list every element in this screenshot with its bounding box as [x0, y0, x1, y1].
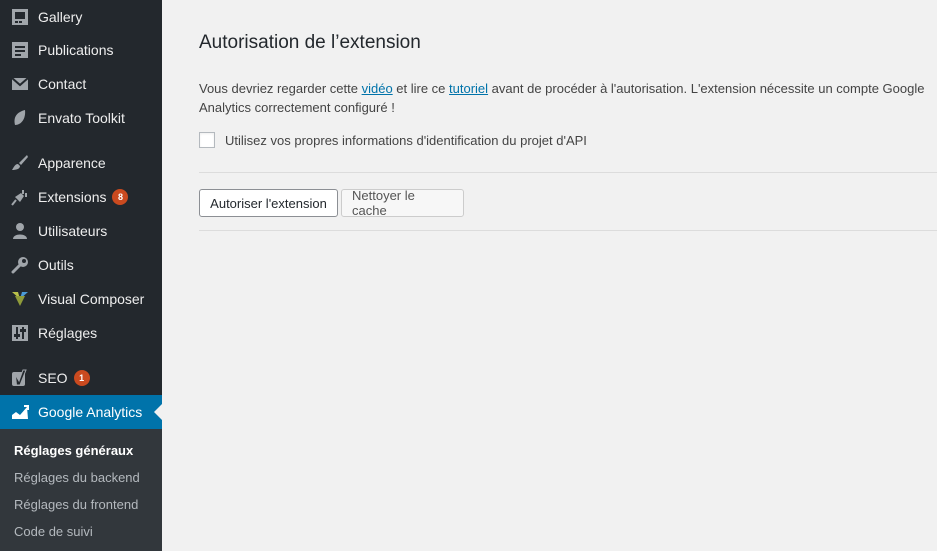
yoast-icon	[10, 368, 30, 388]
sidebar-item-label: Utilisateurs	[38, 223, 108, 239]
sidebar-item-apparence[interactable]: Apparence	[0, 146, 162, 180]
own-api-credentials-option: Utilisez vos propres informations d'iden…	[199, 132, 587, 148]
wrench-icon	[10, 255, 30, 275]
sidebar-item-label: Outils	[38, 257, 74, 273]
sidebar-item-google-analytics[interactable]: Google Analytics	[0, 395, 162, 429]
submenu-item-reglages-frontend[interactable]: Réglages du frontend	[14, 497, 138, 512]
sidebar-item-label: Publications	[38, 42, 114, 58]
sidebar-item-utilisateurs[interactable]: Utilisateurs	[0, 214, 162, 248]
submenu-item-reglages-generaux[interactable]: Réglages généraux	[14, 443, 133, 458]
authorize-extension-button[interactable]: Autoriser l'extension	[199, 189, 338, 217]
clear-cache-button[interactable]: Nettoyer le cache	[341, 188, 464, 218]
sidebar-item-label: Visual Composer	[38, 291, 145, 307]
paintbrush-icon	[10, 153, 30, 173]
divider-bottom	[199, 230, 937, 231]
seo-notification-badge: 1	[73, 370, 90, 386]
sidebar-item-reglages[interactable]: Réglages	[0, 316, 162, 350]
desc-text-1: Vous devriez regarder cette	[199, 81, 362, 96]
visual-composer-icon	[10, 289, 30, 309]
gallery-icon	[10, 7, 30, 27]
sidebar-item-envato-toolkit[interactable]: Envato Toolkit	[0, 101, 162, 135]
video-link[interactable]: vidéo	[362, 81, 393, 96]
sidebar-item-extensions[interactable]: Extensions 8	[0, 180, 162, 214]
sidebar-item-contact[interactable]: Contact	[0, 67, 162, 101]
tutorial-link[interactable]: tutoriel	[449, 81, 488, 96]
plugin-icon	[10, 187, 30, 207]
main-content: Autorisation de l’extension Vous devriez…	[162, 0, 937, 551]
sidebar-item-label: Contact	[38, 76, 87, 92]
sidebar-item-label: Envato Toolkit	[38, 110, 125, 126]
mail-icon	[10, 74, 30, 94]
sidebar-item-publications[interactable]: Publications	[0, 33, 162, 67]
sidebar-item-label: SEO	[38, 370, 68, 386]
sidebar-item-label: Extensions	[38, 189, 107, 205]
own-api-credentials-checkbox[interactable]	[199, 132, 215, 148]
submenu-item-code-de-suivi[interactable]: Code de suivi	[14, 524, 93, 539]
divider-top	[199, 172, 937, 173]
google-analytics-submenu: Réglages généraux Réglages du backend Ré…	[0, 429, 162, 551]
analytics-icon	[10, 402, 30, 422]
page-title: Autorisation de l’extension	[199, 32, 421, 53]
sidebar-item-seo[interactable]: SEO 1	[0, 361, 162, 395]
sidebar-item-outils[interactable]: Outils	[0, 248, 162, 282]
desc-text-2: et lire ce	[392, 81, 450, 96]
publications-icon	[10, 40, 30, 60]
settings-icon	[10, 323, 30, 343]
sidebar-item-label: Google Analytics	[38, 404, 143, 420]
own-api-credentials-label[interactable]: Utilisez vos propres informations d'iden…	[225, 133, 587, 148]
sidebar-item-label: Réglages	[38, 325, 98, 341]
leaf-icon	[10, 108, 30, 128]
submenu-item-reglages-backend[interactable]: Réglages du backend	[14, 470, 140, 485]
sidebar-item-label: Apparence	[38, 155, 106, 171]
authorization-description: Vous devriez regarder cette vidéo et lir…	[199, 79, 937, 117]
sidebar-item-label: Gallery	[38, 9, 83, 25]
sidebar-item-gallery[interactable]: Gallery	[0, 0, 162, 34]
update-count-badge: 8	[112, 189, 129, 205]
admin-sidebar: Gallery Publications Contact Envato Tool…	[0, 0, 162, 551]
sidebar-item-visual-composer[interactable]: Visual Composer	[0, 282, 162, 316]
user-icon	[10, 221, 30, 241]
